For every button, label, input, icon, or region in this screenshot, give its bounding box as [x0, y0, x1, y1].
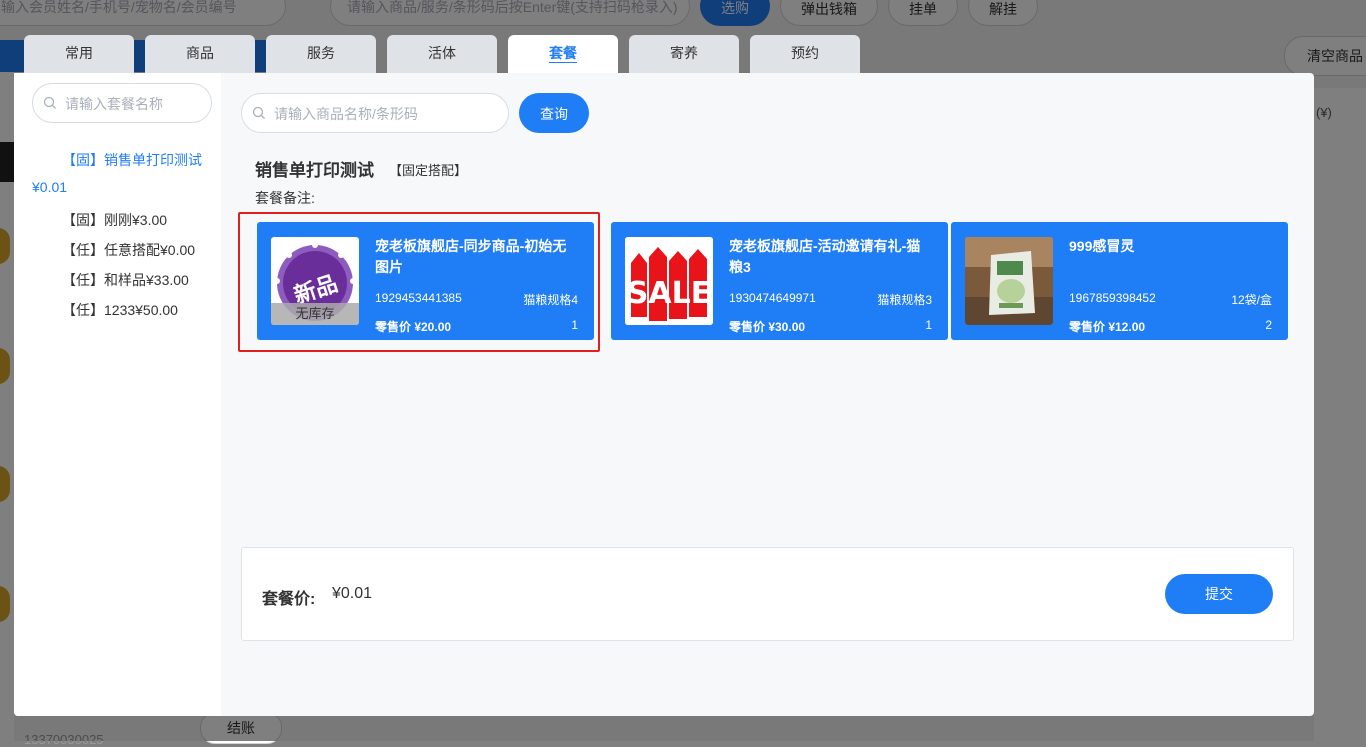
product-barcode: 1930474649971 — [729, 291, 816, 305]
medicine-photo-icon — [965, 237, 1053, 325]
product-name: 宠老板旗舰店-活动邀请有礼-猫粮3 — [729, 238, 921, 275]
package-search-input[interactable] — [63, 92, 207, 116]
product-quantity: 2 — [1265, 318, 1272, 332]
package-item[interactable]: 【任】任意搭配¥0.00 — [62, 240, 195, 260]
product-thumbnail — [965, 237, 1053, 325]
package-price-label: 套餐价: — [262, 591, 316, 608]
package-modal: 【固】销售单打印测试 ¥0.01 【固】刚刚¥3.00 【任】任意搭配¥0.00… — [14, 73, 1314, 716]
svg-text:SALE: SALE — [627, 276, 711, 311]
tab-services[interactable]: 服务 — [266, 35, 376, 73]
goods-search-field[interactable] — [241, 93, 509, 133]
submit-button[interactable]: 提交 — [1165, 574, 1273, 614]
tab-packages[interactable]: 套餐 — [508, 35, 618, 73]
package-item-card[interactable]: 999感冒灵 1967859398452 12袋/盒 零售价 ¥12.00 2 — [951, 222, 1288, 340]
package-title: 销售单打印测试 — [255, 161, 374, 180]
product-retail-price: 零售价 ¥12.00 — [1069, 320, 1146, 334]
package-item[interactable]: 【任】1233¥50.00 — [62, 300, 178, 320]
package-note: 套餐备注: — [255, 190, 315, 206]
package-sidebar: 【固】销售单打印测试 ¥0.01 【固】刚刚¥3.00 【任】任意搭配¥0.00… — [14, 73, 221, 716]
package-search-field[interactable] — [32, 83, 212, 123]
package-item[interactable]: 【任】和样品¥33.00 — [62, 270, 189, 290]
sale-tags-icon: SALE — [625, 237, 713, 325]
product-name: 999感冒灵 — [1069, 238, 1135, 254]
package-type-tag: 【固定搭配】 — [389, 163, 468, 178]
package-price-value: ¥0.01 — [332, 585, 373, 602]
product-thumbnail: SALE — [625, 237, 713, 325]
product-spec: 猫粮规格3 — [877, 293, 932, 307]
product-retail-price: 零售价 ¥30.00 — [729, 320, 806, 334]
product-quantity: 1 — [925, 318, 932, 332]
package-item-card[interactable]: SALE 宠老板旗舰店-活动邀请有礼-猫粮3 1930474649971 猫粮规… — [611, 222, 948, 340]
tab-common[interactable]: 常用 — [24, 35, 134, 73]
package-item[interactable]: 【固】刚刚¥3.00 — [62, 210, 167, 230]
tab-live-pets[interactable]: 活体 — [387, 35, 497, 73]
tab-appointments[interactable]: 预约 — [750, 35, 860, 73]
tab-boarding[interactable]: 寄养 — [629, 35, 739, 73]
search-icon — [43, 96, 56, 109]
tab-goods[interactable]: 商品 — [145, 35, 255, 73]
goods-search-input[interactable] — [272, 102, 501, 126]
package-item-selected[interactable]: 【固】销售单打印测试 — [62, 150, 202, 170]
package-footer: 套餐价: ¥0.01 提交 — [241, 547, 1294, 641]
product-barcode: 1967859398452 — [1069, 291, 1156, 305]
package-item-price: ¥0.01 — [32, 179, 68, 195]
search-icon — [252, 106, 265, 119]
selection-highlight — [238, 212, 600, 352]
product-spec: 12袋/盒 — [1231, 293, 1272, 307]
query-button[interactable]: 查询 — [519, 93, 589, 133]
